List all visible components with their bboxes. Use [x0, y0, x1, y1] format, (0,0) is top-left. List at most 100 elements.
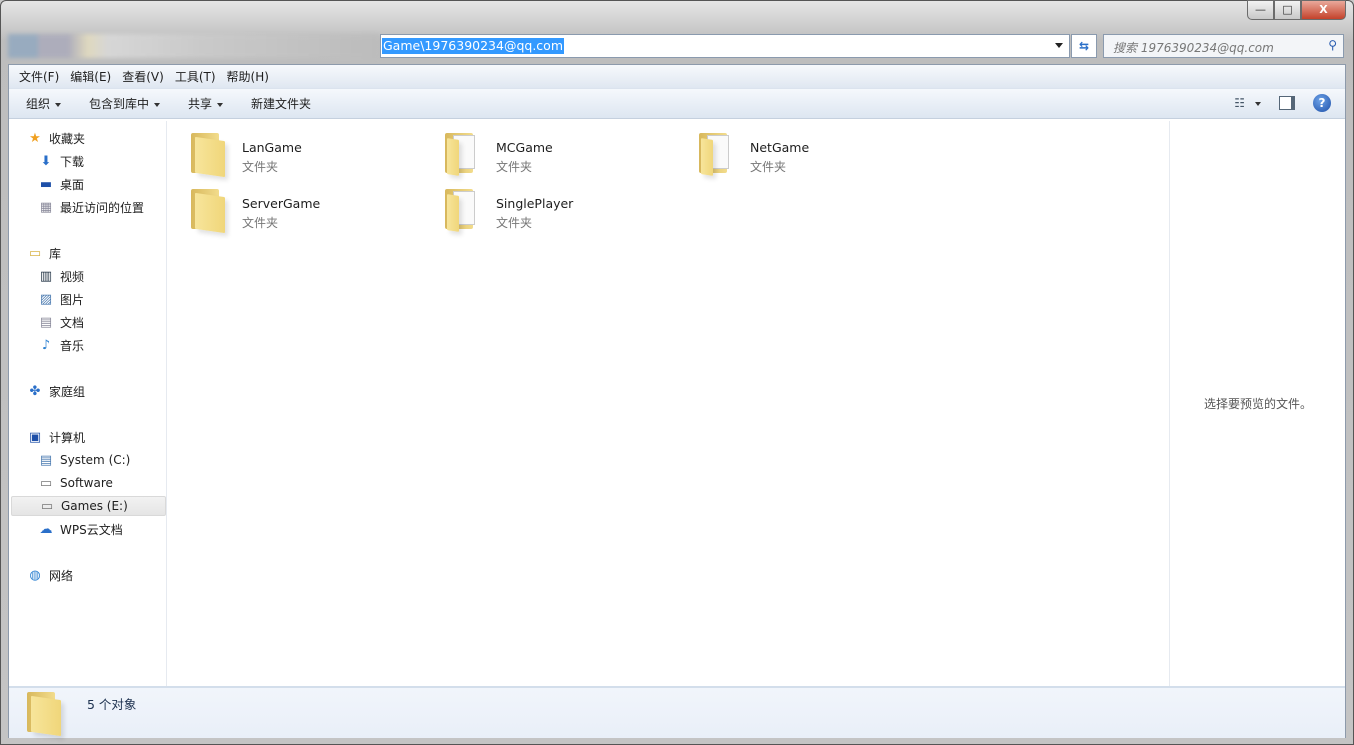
nav-item-label: 家庭组: [49, 384, 86, 399]
nav-item[interactable]: ✤ 家庭组: [27, 381, 85, 401]
menu-edit[interactable]: 编辑(E): [69, 68, 117, 85]
close-button[interactable]: X: [1301, 0, 1346, 20]
refresh-button[interactable]: ⇆: [1071, 34, 1097, 58]
folder-name: ServerGame: [242, 196, 321, 211]
folder-type: 文件夹: [496, 216, 533, 230]
nav-item[interactable]: ♪ 音乐: [38, 335, 84, 355]
folder-icon: [189, 131, 229, 178]
share-button[interactable]: 共享: [188, 95, 224, 112]
library-icon: ▭: [28, 245, 42, 261]
folder-item[interactable]: LanGame 文件夹: [171, 125, 411, 178]
nav-item-label: 最近访问的位置: [60, 200, 145, 215]
search-icon[interactable]: ⚲: [1328, 38, 1337, 52]
chevron-down-icon: [154, 103, 161, 110]
nav-item[interactable]: ▭ Games (E:): [11, 496, 166, 516]
nav-item[interactable]: ▦ 最近访问的位置: [38, 197, 144, 217]
nav-item-label: System (C:): [60, 453, 131, 467]
menu-file[interactable]: 文件(F): [18, 68, 65, 85]
preview-pane-icon[interactable]: [1279, 96, 1295, 110]
include-in-library-button[interactable]: 包含到库中: [89, 95, 161, 112]
address-dropdown-icon[interactable]: [1055, 43, 1063, 52]
address-text[interactable]: Game\1976390234@qq.com: [382, 38, 564, 54]
drive-icon: ▭: [40, 498, 54, 514]
menu-help[interactable]: 帮助(H): [226, 68, 275, 85]
nav-item[interactable]: ☁ WPS云文档: [38, 519, 123, 539]
folder-item[interactable]: SinglePlayer 文件夹: [425, 181, 665, 233]
star-icon: ★: [29, 130, 41, 146]
folder-icon: [189, 187, 229, 234]
file-list: LanGame 文件夹 MCGame 文件夹 NetGame 文件夹 ServerGame 文…: [168, 121, 1169, 686]
view-options-button[interactable]: ☷: [1234, 96, 1261, 110]
address-bar[interactable]: Game\1976390234@qq.com: [380, 34, 1070, 58]
computer-icon: ▣: [28, 429, 42, 445]
blurred-breadcrumb: [8, 34, 380, 58]
nav-item[interactable]: ⬇ 下载: [38, 151, 84, 171]
recent-places-icon: ▦: [39, 199, 53, 215]
maximize-button[interactable]: □: [1274, 0, 1301, 20]
video-icon: ▥: [39, 268, 53, 284]
nav-item[interactable]: ▥ 视频: [38, 266, 84, 286]
include-label: 包含到库中: [89, 97, 150, 111]
menu-tools[interactable]: 工具(T): [174, 68, 222, 85]
search-input[interactable]: 搜索 1976390234@qq.com ⚲: [1103, 34, 1344, 58]
folder-icon: [697, 131, 737, 177]
folder-icon: [443, 187, 483, 233]
folder-icon: [25, 690, 65, 737]
nav-item-label: 文档: [60, 315, 85, 330]
homegroup-icon: ✤: [29, 383, 41, 399]
nav-item-label: 下载: [60, 154, 85, 169]
nav-item[interactable]: ▤ System (C:): [38, 450, 131, 470]
nav-item-label: 计算机: [49, 430, 86, 445]
status-bar: 5 个对象: [9, 686, 1345, 738]
preview-message: 选择要预览的文件。: [1203, 397, 1312, 411]
folder-icon: [443, 131, 483, 177]
explorer-body: 文件(F) 编辑(E) 查看(V) 工具(T) 帮助(H) 组织 包含到库中 共…: [8, 64, 1346, 738]
chevron-down-icon: [217, 103, 224, 110]
nav-item-label: WPS云文档: [60, 522, 123, 537]
chevron-down-icon: [1255, 102, 1261, 109]
folder-item[interactable]: ServerGame 文件夹: [171, 181, 411, 234]
nav-item-label: 音乐: [60, 338, 85, 353]
folder-type: 文件夹: [496, 160, 533, 174]
nav-item-label: 图片: [60, 292, 85, 307]
share-label: 共享: [188, 97, 213, 111]
network-icon: ◍: [29, 567, 41, 583]
folder-name: MCGame: [496, 140, 553, 155]
organize-button[interactable]: 组织: [26, 95, 62, 112]
folder-item[interactable]: NetGame 文件夹: [679, 125, 919, 177]
nav-item-label: 桌面: [60, 177, 85, 192]
drive-icon: ▭: [39, 475, 53, 491]
preview-pane: 选择要预览的文件。: [1169, 121, 1346, 686]
folder-name: SinglePlayer: [496, 196, 574, 211]
nav-item-label: 收藏夹: [49, 131, 86, 146]
minimize-button[interactable]: —: [1247, 0, 1274, 20]
view-icon: ☷: [1234, 96, 1245, 110]
nav-item[interactable]: ▬ 桌面: [38, 174, 84, 194]
picture-icon: ▨: [39, 291, 53, 307]
music-icon: ♪: [41, 337, 51, 353]
folder-item[interactable]: MCGame 文件夹: [425, 125, 665, 177]
nav-item[interactable]: ★ 收藏夹: [27, 128, 85, 148]
help-icon[interactable]: ?: [1313, 94, 1331, 112]
navigation-pane: ★ 收藏夹 ⬇ 下载 ▬ 桌面 ▦ 最近访问的位置 ▭ 库 ▥ 视频 ▨ 图片 ▤ 文档 ♪ 音乐 ✤ 家庭组 ▣ 计算机…: [9, 121, 167, 686]
folder-type: 文件夹: [242, 216, 279, 230]
nav-item[interactable]: ▭ Software: [38, 473, 113, 493]
item-count: 5 个对象: [87, 697, 137, 712]
menu-view[interactable]: 查看(V): [121, 68, 170, 85]
folder-name: LanGame: [242, 140, 302, 155]
search-placeholder: 搜索 1976390234@qq.com: [1113, 41, 1274, 55]
nav-item[interactable]: ▣ 计算机: [27, 427, 85, 447]
system-drive-icon: ▤: [39, 452, 53, 468]
nav-item[interactable]: ▤ 文档: [38, 312, 84, 332]
nav-item[interactable]: ▨ 图片: [38, 289, 84, 309]
nav-item[interactable]: ◍ 网络: [27, 565, 73, 585]
download-folder-icon: ⬇: [40, 153, 52, 169]
nav-item-label: 网络: [49, 568, 74, 583]
refresh-icon: ⇆: [1078, 39, 1090, 53]
folder-type: 文件夹: [750, 160, 787, 174]
command-bar: 组织 包含到库中 共享 新建文件夹 ☷ ?: [9, 89, 1345, 119]
nav-item[interactable]: ▭ 库: [27, 243, 61, 263]
new-folder-button[interactable]: 新建文件夹: [251, 95, 311, 112]
nav-item-label: Software: [60, 476, 113, 490]
nav-item-label: Games (E:): [61, 499, 128, 513]
